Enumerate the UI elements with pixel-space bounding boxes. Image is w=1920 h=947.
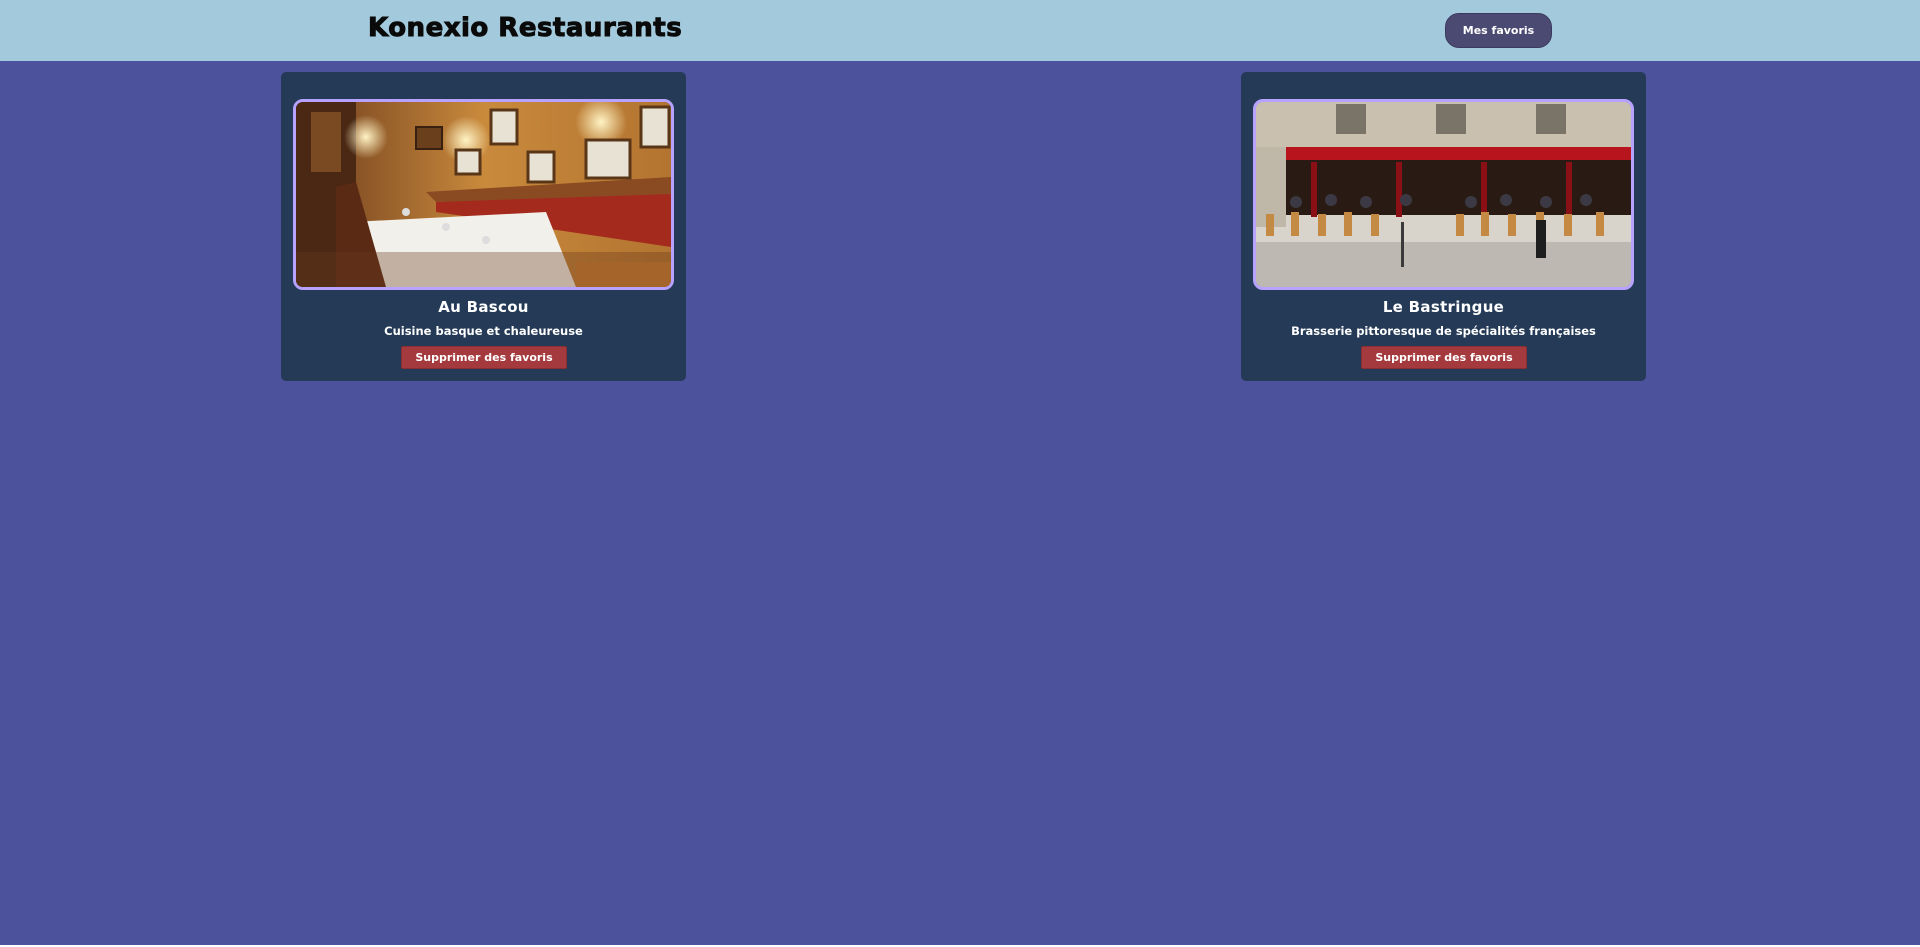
restaurant-terrace-image — [1256, 102, 1631, 287]
app-root: Konexio Restaurants Mes favoris Au Basco… — [0, 0, 1920, 945]
restaurant-name: Le Bastringue — [1382, 298, 1505, 316]
restaurant-card: Le Bastringue Brasserie pittoresque de s… — [1241, 72, 1646, 381]
restaurant-photo — [1253, 99, 1634, 290]
restaurant-card: Au Bascou Cuisine basque et chaleureuse … — [281, 72, 686, 381]
restaurant-photo — [293, 99, 674, 290]
remove-favorite-button[interactable]: Supprimer des favoris — [1361, 346, 1527, 369]
restaurant-description: Cuisine basque et chaleureuse — [384, 324, 583, 338]
restaurant-interior-image — [296, 102, 671, 287]
remove-favorite-button[interactable]: Supprimer des favoris — [401, 346, 567, 369]
restaurant-name: Au Bascou — [438, 298, 529, 316]
favorites-button[interactable]: Mes favoris — [1445, 13, 1552, 48]
restaurant-description: Brasserie pittoresque de spécialités fra… — [1291, 324, 1596, 338]
brand-title: Konexio Restaurants — [367, 13, 683, 44]
header: Konexio Restaurants Mes favoris — [0, 0, 1920, 61]
